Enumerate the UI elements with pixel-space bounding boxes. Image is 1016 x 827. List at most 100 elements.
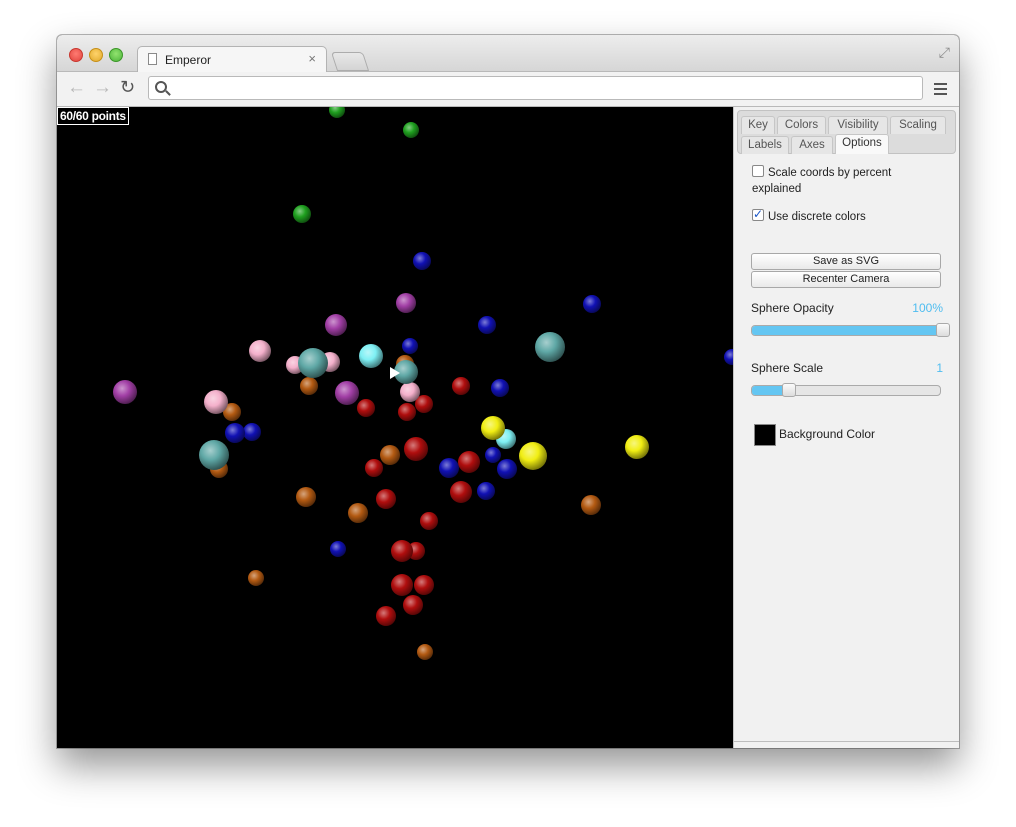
close-window-button[interactable] (69, 48, 83, 62)
sphere-point-blue[interactable] (225, 423, 245, 443)
sphere-opacity-fill (752, 326, 940, 335)
sphere-point-red[interactable] (450, 481, 472, 503)
sphere-point-blue[interactable] (439, 458, 459, 478)
sphere-scale-value: 1 (936, 361, 943, 375)
sphere-point-pink[interactable] (204, 390, 228, 414)
sphere-point-red[interactable] (458, 451, 480, 473)
sphere-point-blue[interactable] (485, 447, 501, 463)
sphere-opacity-handle[interactable] (936, 323, 950, 337)
sphere-point-orange[interactable] (417, 644, 433, 660)
sphere-point-cyan[interactable] (359, 344, 383, 368)
sphere-scale-label: Sphere Scale (751, 361, 824, 375)
sphere-point-blue[interactable] (413, 252, 431, 270)
recenter-camera-button[interactable]: Recenter Camera (751, 271, 941, 288)
sphere-point-red[interactable] (404, 437, 428, 461)
sphere-point-purple[interactable] (335, 381, 359, 405)
mouse-cursor-icon (390, 367, 400, 379)
sphere-point-green[interactable] (293, 205, 311, 223)
discrete-colors-option[interactable]: Use discrete colors (752, 206, 866, 225)
sphere-point-red[interactable] (420, 512, 438, 530)
controls-panel: Key Colors Visibility Scaling Labels Axe… (733, 107, 959, 748)
scale-coords-label: Scale coords by percent explained (752, 167, 892, 195)
tab-title: Emperor (165, 53, 212, 67)
sphere-scale-slider[interactable] (751, 385, 941, 396)
tab-key[interactable]: Key (741, 116, 775, 134)
sphere-point-teal[interactable] (199, 440, 229, 470)
save-svg-button[interactable]: Save as SVG (751, 253, 941, 270)
background-color-swatch[interactable] (754, 424, 776, 446)
sphere-point-yellow[interactable] (625, 435, 649, 459)
sphere-point-red[interactable] (391, 574, 413, 596)
sphere-point-purple[interactable] (396, 293, 416, 313)
sphere-point-blue[interactable] (491, 379, 509, 397)
sphere-point-blue[interactable] (477, 482, 495, 500)
sphere-point-red[interactable] (376, 489, 396, 509)
sphere-scale-handle[interactable] (782, 383, 796, 397)
sphere-point-teal[interactable] (535, 332, 565, 362)
sphere-point-blue[interactable] (402, 338, 418, 354)
sphere-point-orange[interactable] (300, 377, 318, 395)
sphere-point-yellow[interactable] (481, 416, 505, 440)
sphere-point-orange[interactable] (348, 503, 368, 523)
sphere-point-red[interactable] (365, 459, 383, 477)
sphere-point-blue[interactable] (583, 295, 601, 313)
tab-colors[interactable]: Colors (777, 116, 826, 134)
sphere-point-purple[interactable] (113, 380, 137, 404)
browser-tab[interactable]: Emperor × (137, 46, 327, 72)
plot-viewport[interactable]: 60/60 points (57, 107, 733, 748)
sphere-point-blue[interactable] (497, 459, 517, 479)
sphere-opacity-slider[interactable] (751, 325, 941, 336)
sphere-point-orange[interactable] (380, 445, 400, 465)
sphere-point-blue[interactable] (724, 349, 733, 365)
tab-visibility[interactable]: Visibility (828, 116, 888, 134)
tab-options[interactable]: Options (835, 134, 889, 154)
sphere-point-green[interactable] (403, 122, 419, 138)
reload-icon[interactable]: ↻ (120, 78, 135, 97)
tab-labels[interactable]: Labels (741, 136, 789, 154)
tab-axes[interactable]: Axes (791, 136, 833, 154)
sphere-point-blue[interactable] (330, 541, 346, 557)
fullscreen-icon[interactable]: ⤢ (939, 44, 950, 61)
sphere-point-green[interactable] (329, 107, 345, 118)
scatter-plot[interactable] (57, 107, 733, 748)
sphere-point-orange[interactable] (248, 570, 264, 586)
tab-close-icon[interactable]: × (308, 51, 316, 66)
panel-tabbar: Key Colors Visibility Scaling Labels Axe… (737, 110, 956, 154)
scale-coords-checkbox[interactable] (752, 165, 764, 177)
sphere-point-red[interactable] (376, 606, 396, 626)
sphere-point-orange[interactable] (581, 495, 601, 515)
browser-toolbar: ← → ↻ (57, 72, 959, 107)
sphere-point-red[interactable] (357, 399, 375, 417)
background-color-label: Background Color (779, 427, 876, 441)
zoom-window-button[interactable] (109, 48, 123, 62)
sphere-point-red[interactable] (452, 377, 470, 395)
sphere-point-red[interactable] (403, 595, 423, 615)
sphere-point-orange[interactable] (296, 487, 316, 507)
minimize-window-button[interactable] (89, 48, 103, 62)
sphere-point-purple[interactable] (325, 314, 347, 336)
sphere-point-red[interactable] (414, 575, 434, 595)
sphere-point-blue[interactable] (478, 316, 496, 334)
sphere-point-blue[interactable] (243, 423, 261, 441)
back-arrow-icon[interactable]: ← (67, 78, 86, 97)
discrete-colors-checkbox[interactable] (752, 206, 764, 222)
sphere-point-pink[interactable] (249, 340, 271, 362)
sphere-point-teal[interactable] (298, 348, 328, 378)
menu-icon[interactable] (934, 83, 947, 95)
tab-scaling[interactable]: Scaling (890, 116, 946, 134)
search-icon (155, 81, 167, 93)
panel-divider (734, 741, 959, 742)
sphere-opacity-label: Sphere Opacity (751, 301, 834, 315)
address-bar[interactable] (148, 76, 923, 100)
sphere-point-pink[interactable] (400, 382, 420, 402)
title-bar: Emperor × ⤢ (57, 35, 959, 72)
sphere-point-red[interactable] (391, 540, 413, 562)
forward-arrow-icon[interactable]: → (93, 78, 112, 97)
document-icon (148, 53, 157, 65)
sphere-opacity-value: 100% (912, 301, 943, 315)
new-tab-button[interactable] (330, 52, 370, 71)
sphere-point-yellow[interactable] (519, 442, 547, 470)
discrete-colors-label: Use discrete colors (768, 211, 866, 223)
scale-coords-option[interactable]: Scale coords by percent explained (752, 165, 932, 197)
sphere-point-red[interactable] (398, 403, 416, 421)
